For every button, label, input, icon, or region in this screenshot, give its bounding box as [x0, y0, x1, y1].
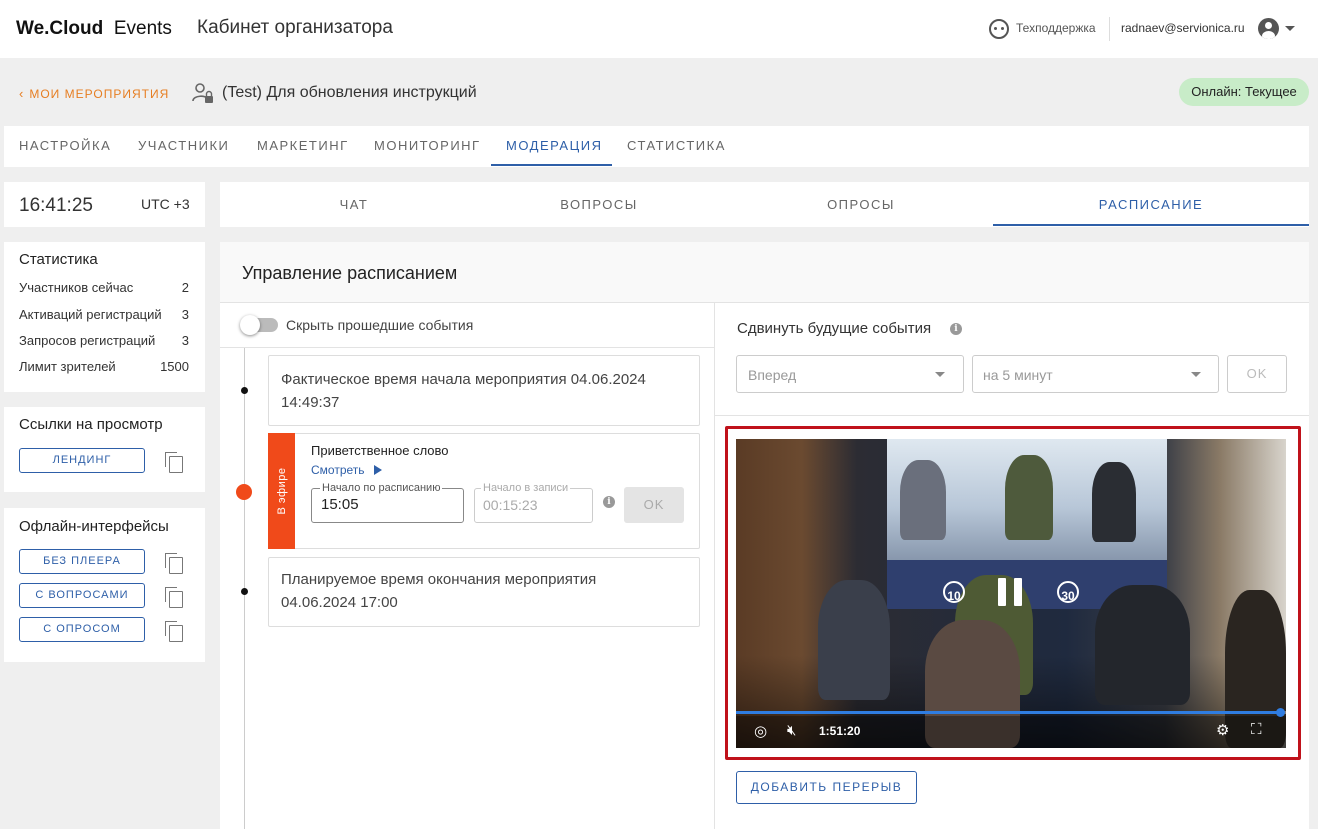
main-tabs: НАСТРОЙКА УЧАСТНИКИ МАРКЕТИНГ МОНИТОРИНГ… [4, 126, 1309, 167]
pause-icon[interactable] [998, 578, 1006, 606]
hide-past-label: Скрыть прошедшие события [286, 317, 474, 333]
timeline-dot [241, 588, 248, 595]
add-break-button[interactable]: ДОБАВИТЬ ПЕРЕРЫВ [736, 771, 917, 804]
view-links-title: Ссылки на просмотр [19, 416, 163, 433]
copy-icon[interactable] [165, 621, 183, 642]
timeline-dot [241, 387, 248, 394]
support-link[interactable]: Техподдержка [1016, 21, 1096, 35]
live-broadcast-icon[interactable]: ◎ [754, 722, 767, 740]
status-badge: Онлайн: Текущее [1179, 78, 1309, 106]
actual-start-text: Фактическое время начала мероприятия 04.… [281, 368, 646, 414]
with-poll-button[interactable]: С ОПРОСОМ [19, 617, 145, 642]
stat-label-online: Участников сейчас [19, 280, 134, 295]
actual-start-line1: Фактическое время начала мероприятия 04.… [281, 371, 646, 388]
session-ok-button[interactable]: OK [624, 487, 684, 523]
support-icon[interactable] [989, 19, 1009, 39]
stats-title: Статистика [19, 251, 98, 268]
stat-value-online: 2 [181, 280, 189, 295]
copy-icon[interactable] [165, 587, 183, 608]
seek-handle[interactable] [1276, 708, 1285, 717]
with-questions-button[interactable]: С ВОПРОСАМИ [19, 583, 145, 608]
recorded-start-label: Начало в записи [481, 482, 571, 494]
brand-logo[interactable]: We.Cloud Events [16, 18, 172, 40]
stat-label-viewer-limit: Лимит зрителей [19, 359, 116, 374]
tab-participants[interactable]: УЧАСТНИКИ [138, 126, 229, 167]
seek-progress[interactable] [736, 711, 1282, 714]
planned-end-line1: Планируемое время окончания мероприятия [281, 571, 597, 588]
tab-moderation[interactable]: МОДЕРАЦИЯ [506, 126, 602, 167]
info-icon[interactable]: i [603, 496, 615, 508]
mute-icon[interactable]: 🔇︎ [787, 722, 796, 739]
video-figure [1005, 455, 1053, 540]
settings-gear-icon[interactable]: ⚙︎ [1216, 721, 1229, 739]
current-time: 16:41:25 [19, 195, 93, 216]
video-figure [1092, 462, 1136, 542]
scheduled-start-label: Начало по расписанию [320, 482, 443, 494]
shift-direction-value[interactable]: Вперед [748, 367, 796, 383]
watch-link[interactable]: Смотреть [311, 463, 365, 477]
event-title: (Test) Для обновления инструкций [222, 84, 477, 101]
tab-polls[interactable]: ОПРОСЫ [710, 182, 1012, 227]
chevron-down-icon[interactable] [935, 372, 945, 377]
no-player-button[interactable]: БЕЗ ПЛЕЕРА [19, 549, 145, 574]
tab-statistics[interactable]: СТАТИСТИКА [627, 126, 726, 167]
shift-amount-value[interactable]: на 5 минут [983, 367, 1053, 383]
user-lock-icon [192, 83, 213, 103]
divider [220, 347, 714, 348]
header-divider [1109, 17, 1110, 41]
active-subtab-indicator [993, 224, 1309, 226]
tab-schedule[interactable]: РАСПИСАНИЕ [993, 182, 1309, 227]
timezone-label: UTC +3 [141, 196, 190, 212]
stat-value-requests: 3 [181, 333, 189, 348]
stat-label-activations: Активаций регистраций [19, 307, 162, 322]
cabinet-title: Кабинет организатора [197, 17, 393, 38]
back-to-events-link[interactable]: ‹ МОИ МЕРОПРИЯТИЯ [19, 86, 169, 101]
shift-ok-button[interactable]: OK [1227, 355, 1287, 393]
tab-settings[interactable]: НАСТРОЙКА [19, 126, 111, 167]
toggle-knob[interactable] [240, 315, 260, 335]
video-figure [900, 460, 946, 540]
rewind-seconds[interactable]: 10 [943, 589, 965, 603]
stat-value-activations: 3 [181, 307, 189, 322]
recorded-start-value: 00:15:23 [483, 497, 538, 513]
offline-title: Офлайн-интерфейсы [19, 518, 169, 535]
chevron-down-icon[interactable] [1191, 372, 1201, 377]
session-title: Приветственное слово [311, 443, 449, 458]
tab-questions[interactable]: ВОПРОСЫ [488, 182, 710, 227]
column-divider [714, 303, 715, 829]
active-tab-indicator [491, 164, 612, 166]
forward-seconds[interactable]: 30 [1057, 589, 1079, 603]
tab-monitoring[interactable]: МОНИТОРИНГ [374, 126, 481, 167]
live-label: В эфире [275, 467, 288, 515]
fullscreen-icon[interactable]: ⛶ [1251, 721, 1262, 738]
planned-end-time: 04.06.2024 17:00 [281, 594, 398, 611]
copy-icon[interactable] [165, 553, 183, 574]
stat-value-viewer-limit: 1500 [160, 359, 189, 374]
stat-label-requests: Запросов регистраций [19, 333, 156, 348]
planned-end-text: Планируемое время окончания мероприятия … [281, 568, 596, 614]
actual-start-time: 14:49:37 [281, 394, 340, 411]
pause-icon[interactable] [1014, 578, 1022, 606]
user-avatar-icon[interactable] [1258, 18, 1279, 39]
user-email[interactable]: radnaev@servionica.ru [1121, 21, 1245, 35]
tab-marketing[interactable]: МАРКЕТИНГ [257, 126, 349, 167]
shift-events-label: Сдвинуть будущие события [737, 320, 932, 337]
play-icon[interactable] [374, 465, 382, 475]
copy-icon[interactable] [165, 452, 183, 473]
video-figure [818, 580, 890, 700]
schedule-title: Управление расписанием [242, 263, 458, 283]
info-icon[interactable]: i [950, 323, 962, 335]
scheduled-start-value[interactable]: 15:05 [321, 496, 359, 513]
sub-tabs: ЧАТ ВОПРОСЫ ОПРОСЫ РАСПИСАНИЕ [220, 182, 1309, 227]
divider [715, 415, 1309, 416]
video-figure [1095, 585, 1190, 705]
chevron-left-icon: ‹ [19, 86, 25, 101]
landing-button[interactable]: ЛЕНДИНГ [19, 448, 145, 473]
player-time: 1:51:20 [819, 724, 861, 738]
tab-chat[interactable]: ЧАТ [220, 182, 488, 227]
chevron-down-icon[interactable] [1285, 26, 1295, 31]
timeline-live-dot [236, 484, 252, 500]
